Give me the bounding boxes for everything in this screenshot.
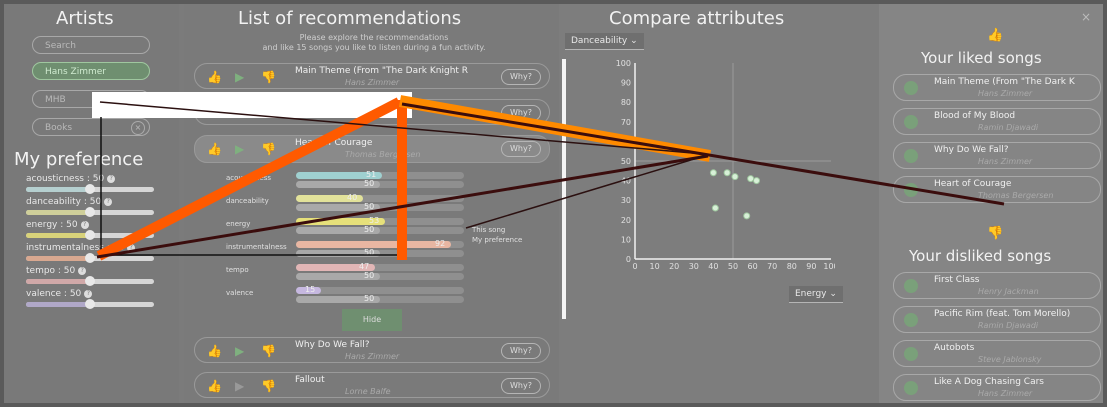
app-window: Artists Search Hans Zimmer MHB Books × My… [4,4,1103,403]
annotation-overlay [92,92,1005,261]
overlay-dark-line [465,155,705,229]
overlay-dark-line [401,102,1005,206]
